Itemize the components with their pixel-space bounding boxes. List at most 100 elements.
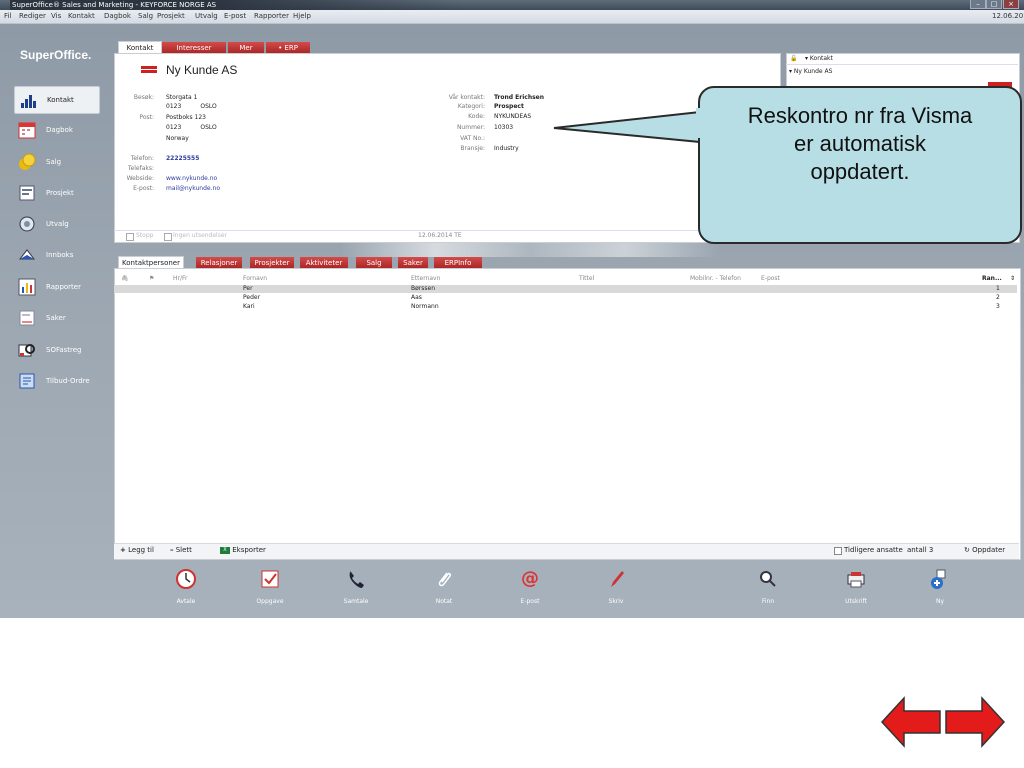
menu-prosjekt[interactable]: Prosjekt: [157, 11, 185, 22]
calendar-icon: [18, 121, 36, 139]
toolbar-avtale[interactable]: Avtale: [156, 568, 216, 605]
nav-utvalg[interactable]: Utvalg: [14, 211, 98, 237]
menu-dagbok[interactable]: Dagbok: [104, 11, 131, 22]
col-header-jobtitle[interactable]: Tittel: [579, 275, 594, 282]
new-icon: [929, 568, 951, 590]
label-post: Post:: [139, 114, 154, 121]
menu-rediger[interactable]: Rediger: [19, 11, 46, 22]
former-employees-label: Tidligere ansatte: [844, 546, 903, 554]
nav-salg[interactable]: Salg: [14, 149, 98, 175]
col-header-title[interactable]: Hr/Fr: [173, 275, 187, 282]
col-header-firstname[interactable]: Fornavn: [243, 275, 267, 282]
fastreg-icon: [18, 341, 36, 359]
project-icon: [18, 184, 36, 202]
col-header-lastname[interactable]: Etternavn: [411, 275, 440, 282]
add-button[interactable]: + Legg til: [120, 546, 154, 554]
label-phone: Telefon:: [130, 155, 154, 162]
web-link[interactable]: www.nykunde.no: [166, 175, 217, 182]
quote-order-icon: [18, 372, 36, 390]
refresh-icon: ↻: [964, 546, 970, 554]
col-header-phone[interactable]: Mobilnr. - Telefon: [690, 275, 741, 282]
menu-salg[interactable]: Salg: [138, 11, 153, 22]
nav-innboks[interactable]: Innboks: [14, 242, 98, 268]
nav-saker[interactable]: Saker: [14, 305, 98, 331]
label-our-contact: Vår kontakt:: [448, 94, 485, 101]
cell-lastname: Børssen: [411, 285, 435, 292]
nav-rapporter[interactable]: Rapporter: [14, 274, 98, 300]
nav-kontakt[interactable]: Kontakt: [14, 86, 100, 114]
table-row[interactable]: Per Børssen 1: [114, 285, 1017, 293]
export-button[interactable]: X Eksporter: [220, 546, 266, 554]
email-link[interactable]: mail@nykunde.no: [166, 185, 220, 192]
toolbar-finn[interactable]: Finn: [738, 568, 798, 605]
toolbar-label: Oppgave: [256, 598, 284, 605]
maximize-button[interactable]: □: [986, 0, 1002, 9]
next-slide-arrow-icon[interactable]: [944, 696, 1006, 748]
menu-rapporter[interactable]: Rapporter: [254, 11, 289, 22]
prev-slide-arrow-icon[interactable]: [880, 696, 942, 748]
refresh-button-label: Oppdater: [972, 546, 1006, 554]
nav-dagbok[interactable]: Dagbok: [14, 117, 98, 143]
toolbar-label: Ny: [935, 598, 945, 605]
superoffice-logo: SuperOffice.: [20, 48, 92, 62]
sort-icon[interactable]: ⇕: [1010, 275, 1015, 282]
menu-kontakt[interactable]: Kontakt: [68, 11, 95, 22]
cell-firstname: Peder: [243, 294, 261, 301]
toolbar-label: Utskrift: [845, 598, 867, 605]
menu-vis[interactable]: Vis: [51, 11, 61, 22]
email-icon: @: [521, 568, 539, 589]
former-employees-checkbox[interactable]: [834, 547, 842, 555]
menu-hjelp[interactable]: Hjelp: [293, 11, 311, 22]
minimize-button[interactable]: –: [970, 0, 986, 9]
clock-icon: [175, 568, 197, 590]
col-header-rank[interactable]: Ran...: [982, 275, 1002, 282]
menu-fil[interactable]: Fil: [4, 11, 11, 22]
toolbar-samtale[interactable]: Samtale: [326, 568, 386, 605]
menu-date: 12.06.201: [992, 12, 1024, 20]
side-panel-title[interactable]: ▾ Kontakt: [805, 55, 833, 62]
nav-prosjekt[interactable]: Prosjekt: [14, 180, 98, 206]
label-vat: VAT No.:: [460, 135, 485, 142]
cell-rank: 3: [996, 303, 1000, 310]
report-icon: [18, 278, 36, 296]
menu-epost[interactable]: E-post: [224, 11, 246, 22]
toolbar-notat[interactable]: Notat: [414, 568, 474, 605]
toolbar-utskrift[interactable]: Utskrift: [826, 568, 886, 605]
close-button[interactable]: ×: [1003, 0, 1019, 9]
norway-flag-icon: [141, 66, 157, 73]
toolbar-oppgave[interactable]: Oppgave: [240, 568, 300, 605]
refresh-button[interactable]: ↻ Oppdater: [964, 546, 1005, 554]
toolbar-label: Finn: [761, 598, 775, 605]
label-web: Webside:: [126, 175, 154, 182]
code-value: NYKUNDEAS: [494, 113, 532, 120]
table-row[interactable]: Kari Normann 3: [114, 303, 1017, 311]
cell-firstname: Per: [243, 285, 253, 292]
col-header-email[interactable]: E-post: [761, 275, 780, 282]
delete-button[interactable]: – Slett: [170, 546, 192, 554]
nav-label: SOFastreg: [46, 346, 82, 354]
no-mailings-checkbox[interactable]: [164, 233, 172, 241]
stop-checkbox[interactable]: [126, 233, 134, 241]
cases-icon: [18, 309, 36, 327]
delete-button-label: Slett: [175, 546, 192, 554]
toolbar-skriv[interactable]: Skriv: [586, 568, 646, 605]
excel-icon: X: [220, 546, 230, 554]
label-category: Kategori:: [457, 103, 485, 110]
window-title-bar: SuperOffice® Sales and Marketing - KEYFO…: [0, 0, 1024, 10]
toolbar-ny[interactable]: Ny: [910, 568, 970, 605]
toolbar-epost[interactable]: @ E-post: [500, 568, 560, 605]
record-count: antall 3: [907, 546, 934, 554]
bar-chart-icon: [19, 91, 37, 109]
nav-tilbud-ordre[interactable]: Tilbud-Ordre: [14, 368, 98, 394]
callout-joint: [696, 108, 702, 138]
lock-icon[interactable]: 🔓: [790, 55, 797, 62]
side-panel-item[interactable]: ▾ Ny Kunde AS: [789, 68, 832, 75]
phone-value[interactable]: 22225555: [166, 155, 199, 162]
table-row[interactable]: Peder Aas 2: [114, 294, 1017, 302]
toolbar-label: Avtale: [176, 598, 196, 605]
nav-sofastreg[interactable]: SOFastreg: [14, 337, 98, 363]
menu-utvalg[interactable]: Utvalg: [195, 11, 218, 22]
nav-label: Dagbok: [46, 126, 73, 134]
phone-icon: [345, 568, 367, 590]
toolbar-label: Notat: [435, 598, 453, 605]
